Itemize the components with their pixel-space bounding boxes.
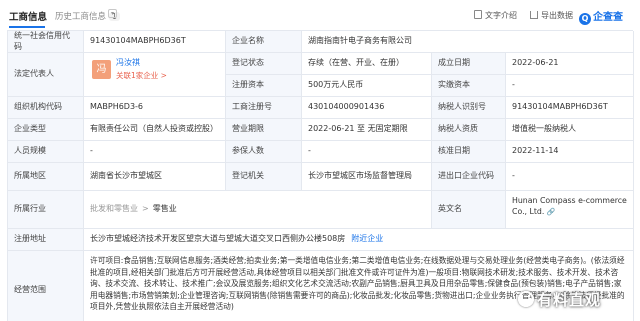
value-org-code[interactable]: MABPH6D3-6 <box>84 97 226 119</box>
value-company-name[interactable]: 湖南指南针电子商务有限公司 <box>302 31 634 53</box>
label-legal-rep: 法定代表人 <box>8 53 84 97</box>
value-reg-address: 长沙市望城经济技术开发区望京大道与望城大道交叉口西侧办公楼508房 附近企业 <box>84 229 634 251</box>
value-region: 湖南省长沙市望城区 <box>84 163 226 191</box>
value-reg-number[interactable]: 430104000901436 <box>302 97 432 119</box>
legal-rep-avatar[interactable]: 冯 <box>92 60 111 79</box>
value-reg-capital: 500万元人民币 <box>302 75 432 97</box>
label-company-type: 企业类型 <box>8 119 84 141</box>
value-business-scope: 许可项目:食品销售;互联网信息服务;酒类经营;拍卖业务;第一类增值电信业务;第二… <box>84 251 634 321</box>
expand-icon[interactable]: ▾ <box>108 9 117 18</box>
watermark: 有料直观 <box>518 289 601 310</box>
tab-underline <box>9 26 45 28</box>
document-icon <box>474 10 482 19</box>
label-org-code: 组织机构代码 <box>8 97 84 119</box>
value-credit-code[interactable]: 91430104MABPH6D36T <box>84 31 226 53</box>
label-region: 所属地区 <box>8 163 84 191</box>
export-label: 导出数据 <box>541 11 573 20</box>
label-business-term: 营业期限 <box>226 119 302 141</box>
export-icon <box>530 11 538 19</box>
top-bar: 工商信息 历史工商信息 1 ▾ 文字介绍 导出数据 Q 企查查 <box>0 0 640 30</box>
watermark-icon <box>518 291 534 307</box>
label-company-name: 企业名称 <box>226 31 302 53</box>
label-ie-code: 进出口企业代码 <box>432 163 506 191</box>
value-insured-count: - <box>302 141 432 163</box>
label-approval-date: 核准日期 <box>432 141 506 163</box>
label-tax-qualification: 纳税人资质 <box>432 119 506 141</box>
value-paid-capital: - <box>506 75 634 97</box>
nearby-companies-link[interactable]: 附近企业 <box>351 234 383 245</box>
link-icon[interactable]: 🔗 <box>547 208 556 216</box>
value-ie-code: - <box>506 163 634 191</box>
watermark-text: 有料直观 <box>537 291 602 309</box>
address-text[interactable]: 长沙市望城经济技术开发区望京大道与望城大道交叉口西侧办公楼508房 <box>90 234 345 245</box>
legal-rep-name[interactable]: 冯汝祺 <box>116 58 140 69</box>
label-credit-code: 统一社会信用代码 <box>8 31 84 53</box>
label-taxpayer-id: 纳税人识别号 <box>432 97 506 119</box>
industry-child[interactable]: 零售业 <box>153 204 177 215</box>
value-staff-size: - <box>84 141 226 163</box>
value-reg-authority: 长沙市望城区市场监督管理局 <box>302 163 432 191</box>
label-reg-authority: 登记机关 <box>226 163 302 191</box>
tab-business-info[interactable]: 工商信息 <box>9 9 47 23</box>
value-company-type: 有限责任公司（自然人投资或控股） <box>84 119 226 141</box>
value-tax-qualification: 增值税一般纳税人 <box>506 119 634 141</box>
value-business-term: 2022-06-21 至 无固定期限 <box>302 119 432 141</box>
legal-rep-cell: 冯 冯汝祺 关联1家企业 > <box>84 53 226 97</box>
brand-logo: Q 企查查 <box>579 8 623 25</box>
related-companies-link[interactable]: 关联1家企业 > <box>116 71 167 81</box>
value-taxpayer-id[interactable]: 91430104MABPH6D36T <box>506 97 634 119</box>
export-data-button[interactable]: 导出数据 <box>530 10 573 21</box>
label-industry: 所属行业 <box>8 191 84 229</box>
label-reg-status: 登记状态 <box>226 53 302 75</box>
label-paid-capital: 实缴资本 <box>432 75 506 97</box>
business-info-table: 统一社会信用代码 91430104MABPH6D36T 企业名称 湖南指南针电子… <box>7 30 634 321</box>
label-reg-capital: 注册资本 <box>226 75 302 97</box>
label-business-scope: 经营范围 <box>8 251 84 321</box>
label-reg-number: 工商注册号 <box>226 97 302 119</box>
label-staff-size: 人员规模 <box>8 141 84 163</box>
label-english-name: 英文名 <box>432 191 506 229</box>
text-intro-label: 文字介绍 <box>485 11 517 20</box>
label-insured-count: 参保人数 <box>226 141 302 163</box>
tab-history-label: 历史工商信息 <box>55 12 107 22</box>
brand-name: 企查查 <box>593 12 623 23</box>
value-reg-status: 存续（在营、开业、在册） <box>302 53 432 75</box>
value-industry: 批发和零售业 > 零售业 <box>84 191 432 229</box>
label-founded-date: 成立日期 <box>432 53 506 75</box>
industry-separator: > <box>142 204 149 214</box>
label-reg-address: 注册地址 <box>8 229 84 251</box>
industry-parent[interactable]: 批发和零售业 <box>90 204 138 215</box>
value-approval-date: 2022-11-14 <box>506 141 634 163</box>
qcc-logo-icon: Q <box>579 13 591 25</box>
value-founded-date: 2022-06-21 <box>506 53 634 75</box>
value-english-name: Hunan Compass e-commerce Co., Ltd. 🔗 <box>506 191 634 229</box>
text-intro-button[interactable]: 文字介绍 <box>474 10 517 21</box>
english-name-text[interactable]: Hunan Compass e-commerce Co., Ltd. <box>512 196 627 216</box>
